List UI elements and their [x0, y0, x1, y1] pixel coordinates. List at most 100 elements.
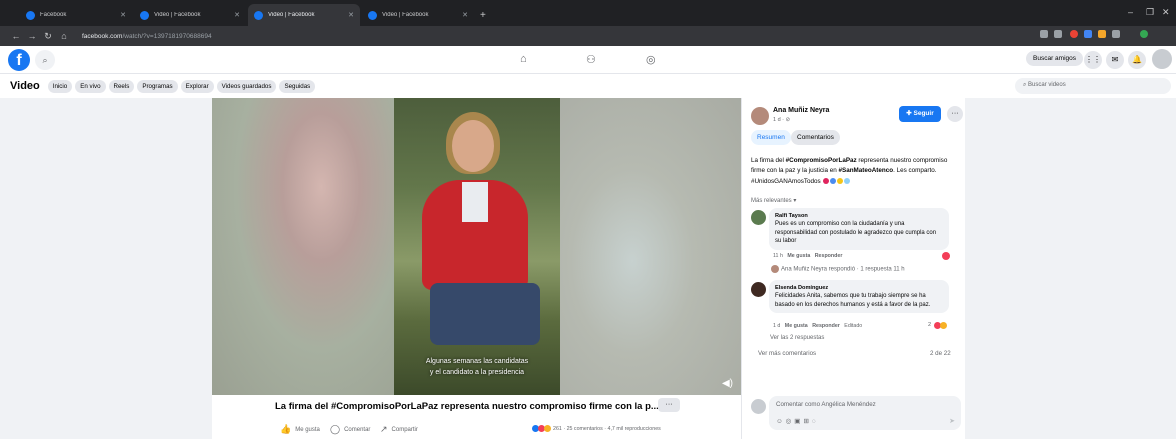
comment-reply-button[interactable]: Responder — [815, 253, 843, 259]
post-more-button[interactable]: ··· — [947, 106, 963, 122]
comment-reply-button[interactable]: Responder — [812, 323, 840, 329]
home-nav-icon[interactable]: ⌂ — [520, 53, 527, 65]
extension-icon[interactable] — [1140, 30, 1148, 38]
comment-text: Felicidades Anita, sabemos que tu trabaj… — [775, 293, 931, 308]
comment-time[interactable]: 1 d — [773, 323, 780, 329]
search-icon[interactable]: ⌕ — [35, 50, 55, 70]
comment-input[interactable]: Comentar como Angélica Menéndez ☺◎▣⊞◌ ➤ — [769, 396, 961, 430]
new-tab-button[interactable]: + — [480, 10, 486, 21]
comment-like-button[interactable]: Me gusta — [785, 323, 808, 329]
desc-text: . Les comparto. — [893, 166, 937, 174]
browser-tab-active[interactable]: Video | Facebook ✕ — [248, 4, 360, 26]
url-field[interactable]: facebook.com/watch/?v=1397181970688694 — [82, 33, 212, 40]
care-reaction-icon — [544, 425, 551, 432]
minimize-icon[interactable]: – — [1128, 7, 1133, 17]
hashtag-link[interactable]: #SanMateoAtenco — [839, 167, 894, 174]
comment-sort-dropdown[interactable]: Más relevantes ▾ — [751, 197, 796, 204]
see-more-comments-link[interactable]: Ver más comentarios — [758, 350, 816, 357]
notifications-bell-icon[interactable]: 🔔 — [1128, 51, 1146, 69]
video-title: La firma del #CompromisoPorLaPaz represe… — [275, 401, 659, 412]
comment-placeholder: Comentar como Angélica Menéndez — [776, 401, 876, 408]
comment-like-button[interactable]: Me gusta — [787, 253, 810, 259]
extension-icon[interactable] — [1040, 30, 1048, 38]
video-tab-inicio[interactable]: Inicio — [47, 79, 73, 93]
browser-tab[interactable]: Video | Facebook ✕ — [134, 4, 246, 26]
close-tab-icon[interactable]: ✕ — [120, 11, 126, 19]
facebook-favicon-icon — [368, 10, 377, 20]
extension-icon[interactable] — [1098, 30, 1106, 38]
more-options-button[interactable]: ··· — [658, 398, 680, 412]
blue-heart-icon — [830, 178, 837, 185]
post-time[interactable]: 1 d · ⊘ — [773, 117, 790, 123]
extension-icon[interactable] — [1084, 30, 1092, 38]
video-tab-guardados[interactable]: Videos guardados — [216, 79, 277, 93]
facebook-favicon-icon — [140, 10, 149, 20]
commenter-name[interactable]: Ralfi Tayson — [775, 212, 943, 220]
reaction-count[interactable]: 2 — [928, 322, 931, 328]
comment-bubble: Elsenda Domínguez Felicidades Anita, sab… — [769, 280, 949, 314]
groups-nav-icon[interactable]: ◎ — [646, 53, 656, 66]
share-button[interactable]: ↗ Compartir — [380, 424, 418, 435]
video-tab-reels[interactable]: Reels — [108, 79, 135, 93]
video-subtitles: Algunas semanas las candidatas y el cand… — [394, 356, 560, 378]
search-placeholder: Buscar videos — [1028, 82, 1066, 88]
video-tab-explorar[interactable]: Explorar — [180, 79, 214, 93]
browser-tab[interactable]: Facebook ✕ — [20, 4, 132, 26]
commenter-name[interactable]: Elsenda Domínguez — [775, 284, 943, 292]
home-icon[interactable]: ⌂ — [56, 31, 72, 41]
close-tab-icon[interactable]: ✕ — [462, 11, 468, 19]
video-player[interactable]: Algunas semanas las candidatas y el cand… — [212, 98, 741, 395]
close-tab-icon[interactable]: ✕ — [234, 11, 240, 19]
see-replies-link[interactable]: Ver las 2 respuestas — [770, 335, 824, 341]
video-tab-seguidas[interactable]: Seguidas — [279, 79, 316, 93]
tab-comments[interactable]: Comentarios — [791, 130, 840, 145]
comment-paging: 2 de 22 — [930, 350, 951, 357]
forward-icon[interactable]: → — [24, 31, 40, 41]
video-blur-right — [560, 98, 741, 395]
video-frame — [394, 98, 560, 395]
friends-nav-icon[interactable]: ⚇ — [586, 53, 596, 66]
follow-button[interactable]: ✚ Seguir — [899, 106, 941, 122]
browser-tab[interactable]: Video | Facebook ✕ — [362, 4, 474, 26]
like-button[interactable]: 👍 Me gusta — [280, 424, 320, 435]
comment-time[interactable]: 11 h — [773, 253, 783, 259]
reload-icon[interactable]: ↻ — [40, 31, 56, 42]
facebook-logo-icon[interactable]: f — [8, 49, 30, 71]
facebook-header: f ⌕ ⌂ ⚇ ◎ Buscar amigos ⋮⋮ ✉ 🔔 — [0, 46, 1176, 74]
comment-button[interactable]: ◯ Comentar — [330, 424, 370, 435]
author-reply-summary[interactable]: Ana Muñiz Neyra respondió · 1 respuesta … — [771, 265, 905, 273]
messenger-icon[interactable]: ✉ — [1106, 51, 1124, 69]
volume-icon[interactable]: ◀) — [722, 378, 733, 389]
tab-title: Facebook — [40, 12, 67, 18]
back-icon[interactable]: ← — [8, 31, 24, 41]
reaction-count[interactable]: 261 — [553, 426, 562, 432]
commenter-avatar[interactable] — [751, 282, 766, 297]
comments-count[interactable]: 25 comentarios — [567, 426, 603, 432]
url-host: facebook.com — [82, 32, 123, 40]
video-tab-programas[interactable]: Programas — [137, 79, 178, 93]
author-name[interactable]: Ana Muñiz Neyra — [773, 107, 829, 114]
video-search-input[interactable]: ⌕ Buscar videos — [1015, 78, 1171, 94]
extensions-puzzle-icon[interactable] — [1112, 30, 1120, 38]
composer-tools-icons[interactable]: ☺◎▣⊞◌ — [776, 417, 819, 425]
hashtag-link[interactable]: #UnidosGANAmosTodos — [751, 178, 821, 185]
author-avatar[interactable] — [751, 107, 769, 125]
send-icon[interactable]: ➤ — [949, 417, 955, 425]
video-tab-en-vivo[interactable]: En vivo — [75, 79, 106, 93]
find-friends-button[interactable]: Buscar amigos — [1026, 51, 1083, 66]
commenter-avatar[interactable] — [751, 210, 766, 225]
menu-grid-icon[interactable]: ⋮⋮ — [1084, 51, 1102, 69]
close-tab-icon[interactable]: ✕ — [348, 11, 354, 19]
profile-avatar[interactable] — [1152, 49, 1172, 69]
close-window-icon[interactable]: ✕ — [1162, 7, 1170, 18]
care-reaction-icon — [940, 322, 947, 329]
tab-summary[interactable]: Resumen — [751, 130, 791, 145]
bookmark-star-icon[interactable] — [1054, 30, 1062, 38]
maximize-icon[interactable]: ❐ — [1146, 7, 1154, 18]
extension-icon[interactable] — [1070, 30, 1078, 38]
hashtag-link[interactable]: #CompromisoPorLaPaz — [786, 157, 857, 164]
video-subject-face — [452, 120, 494, 172]
url-path: /watch/?v=1397181970688694 — [122, 32, 212, 40]
section-title: Video — [10, 80, 40, 92]
tab-title: Video | Facebook — [382, 12, 429, 18]
